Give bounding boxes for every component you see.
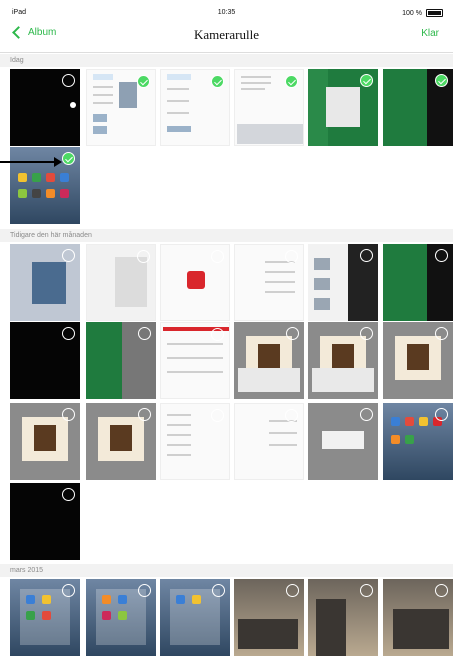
selected-check-icon[interactable] [435,74,448,87]
select-circle-icon[interactable] [138,584,151,597]
selected-check-icon[interactable] [62,152,75,165]
selected-check-icon[interactable] [137,75,150,88]
photo-thumbnail[interactable] [308,579,378,656]
section-header-march-2015: mars 2015 [0,564,453,577]
photo-thumbnail[interactable] [86,579,156,656]
select-circle-icon[interactable] [62,249,75,262]
select-circle-icon[interactable] [435,327,448,340]
photo-thumbnail[interactable] [86,403,156,480]
selected-check-icon[interactable] [211,75,224,88]
photo-thumbnail[interactable] [160,403,230,480]
page-title: Kamerarulle [194,27,259,42]
select-circle-icon[interactable] [137,250,150,263]
select-circle-icon[interactable] [285,250,298,263]
photo-thumbnail[interactable] [308,403,378,480]
battery-percent: 100 % [402,9,422,17]
clock: 10:35 [217,9,236,16]
photo-thumbnail[interactable] [383,69,453,146]
photo-thumbnail[interactable] [10,69,80,146]
select-circle-icon[interactable] [62,408,75,421]
status-bar: iPad 10:35 100 % [0,0,453,17]
photo-thumbnail[interactable] [10,483,80,560]
photo-thumbnail[interactable] [86,244,156,321]
select-circle-icon[interactable] [138,408,151,421]
photo-thumbnail[interactable] [234,69,304,146]
photo-thumbnail[interactable] [308,69,378,146]
select-circle-icon[interactable] [360,408,373,421]
done-button[interactable]: Klar [421,28,439,39]
select-circle-icon[interactable] [62,327,75,340]
selected-check-icon[interactable] [360,74,373,87]
arrow-annotation [0,157,62,167]
select-circle-icon[interactable] [360,327,373,340]
photo-thumbnail[interactable] [10,579,80,656]
select-circle-icon[interactable] [62,584,75,597]
photo-thumbnail[interactable] [160,244,230,321]
photo-thumbnail[interactable] [234,579,304,656]
photo-thumbnail[interactable] [10,322,80,399]
photo-thumbnail[interactable] [160,322,230,399]
select-circle-icon[interactable] [212,584,225,597]
select-circle-icon[interactable] [435,408,448,421]
select-circle-icon[interactable] [211,409,224,422]
select-circle-icon[interactable] [62,488,75,501]
select-circle-icon[interactable] [360,584,373,597]
select-circle-icon[interactable] [138,327,151,340]
select-circle-icon[interactable] [62,74,75,87]
select-circle-icon[interactable] [286,584,299,597]
photo-thumbnail[interactable] [234,403,304,480]
select-circle-icon[interactable] [211,328,224,341]
photo-thumbnail[interactable] [383,244,453,321]
select-circle-icon[interactable] [435,249,448,262]
battery-icon [426,9,443,17]
select-circle-icon[interactable] [285,409,298,422]
select-circle-icon[interactable] [211,250,224,263]
photo-thumbnail[interactable] [383,403,453,480]
selected-check-icon[interactable] [285,75,298,88]
photo-thumbnail[interactable] [308,244,378,321]
photo-thumbnail[interactable] [234,322,304,399]
photo-thumbnail[interactable] [160,579,230,656]
photo-thumbnail[interactable] [234,244,304,321]
select-circle-icon[interactable] [360,249,373,262]
navigation-bar: Album Kamerarulle Klar [0,20,453,53]
photo-thumbnail[interactable] [86,322,156,399]
photo-thumbnail[interactable] [86,69,156,146]
section-header-today: Idag [0,54,453,67]
section-header-earlier-this-month: Tidigare den här månaden [0,229,453,242]
select-circle-icon[interactable] [286,327,299,340]
select-circle-icon[interactable] [435,584,448,597]
photo-thumbnail[interactable] [383,322,453,399]
photo-thumbnail[interactable] [383,579,453,656]
photo-thumbnail[interactable] [10,244,80,321]
photo-thumbnail[interactable] [308,322,378,399]
photo-thumbnail[interactable] [160,69,230,146]
photo-thumbnail[interactable] [10,147,80,224]
photo-thumbnail[interactable] [10,403,80,480]
